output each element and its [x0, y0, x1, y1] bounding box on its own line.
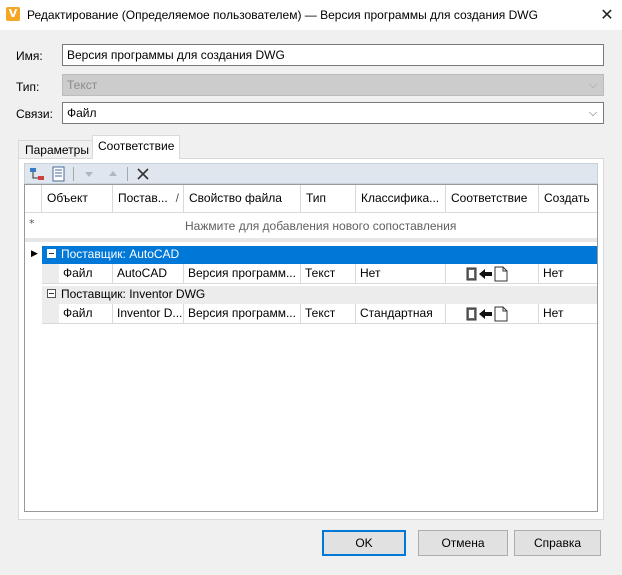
cell-classification[interactable]: Нет [356, 264, 446, 284]
name-input[interactable]: Версия программы для создания DWG [62, 44, 604, 66]
tab-mapping[interactable]: Соответствие [92, 135, 181, 159]
column-header-mapping[interactable]: Соответствие [446, 185, 539, 212]
cell-file-property[interactable]: Версия программ... [184, 264, 301, 284]
window-title: Редактирование (Определяемое пользовател… [27, 8, 538, 22]
collapse-icon[interactable] [47, 249, 56, 259]
links-label: Связи: [16, 107, 53, 121]
move-up-icon [105, 166, 121, 182]
app-logo-icon: V [6, 7, 20, 21]
mapping-direction-icon [466, 306, 508, 322]
cell-create[interactable]: Нет [539, 264, 597, 284]
delete-icon[interactable] [135, 166, 151, 182]
links-select-value: Файл [67, 106, 97, 120]
new-mapping-row[interactable]: * Нажмите для добавления нового сопостав… [25, 212, 597, 238]
cell-type[interactable]: Текст [301, 264, 356, 284]
add-mapping-icon[interactable] [29, 166, 45, 182]
new-mapping-hint: Нажмите для добавления нового сопоставле… [185, 219, 457, 233]
current-row-pointer-icon: ▶ [31, 249, 38, 259]
mapping-direction-icon [466, 266, 508, 282]
group-label: Поставщик: Inventor DWG [61, 287, 206, 301]
row-header-corner [25, 185, 42, 212]
column-header-type[interactable]: Тип [301, 185, 356, 212]
sort-indicator-icon: / [175, 191, 179, 205]
row-indent [42, 304, 59, 324]
ok-button[interactable]: OK [322, 530, 406, 556]
column-header-classification[interactable]: Классифика... [356, 185, 446, 212]
cell-provider[interactable]: AutoCAD [113, 264, 184, 284]
chevron-down-icon: ⌵ [588, 78, 598, 91]
row-indent [42, 264, 59, 284]
tab-parameters[interactable]: Параметры [18, 140, 96, 158]
grid-divider [25, 238, 597, 242]
name-input-value: Версия программы для создания DWG [67, 48, 285, 62]
group-row-inventor-dwg[interactable]: Поставщик: Inventor DWG [42, 286, 597, 304]
type-select-value: Текст [67, 78, 98, 92]
cell-file-property[interactable]: Версия программ... [184, 304, 301, 324]
column-header-file-property[interactable]: Свойство файла [184, 185, 301, 212]
type-select: Текст ⌵ [62, 74, 604, 96]
cell-mapping[interactable] [446, 304, 539, 324]
chevron-down-icon[interactable]: ⌵ [587, 103, 599, 123]
column-header-provider-label: Постав... [118, 191, 168, 205]
cell-create[interactable]: Нет [539, 304, 597, 324]
properties-icon[interactable] [51, 166, 67, 182]
toolbar-separator [73, 167, 74, 181]
toolbar-separator [127, 167, 128, 181]
cell-object[interactable]: Файл [59, 264, 113, 284]
column-header-create[interactable]: Создать [539, 185, 597, 212]
cancel-button[interactable]: Отмена [418, 530, 508, 556]
cell-classification[interactable]: Стандартная [356, 304, 446, 324]
mapping-grid: Объект Постав... / Свойство файла Тип Кл… [24, 184, 598, 512]
collapse-icon[interactable] [47, 289, 56, 299]
column-header-object[interactable]: Объект [42, 185, 113, 212]
new-row-marker-icon: * [29, 217, 35, 230]
cell-object[interactable]: Файл [59, 304, 113, 324]
name-label: Имя: [16, 49, 43, 63]
move-down-icon [81, 166, 97, 182]
mapping-toolbar [24, 163, 598, 184]
group-label: Поставщик: AutoCAD [61, 247, 180, 261]
links-select[interactable]: Файл ⌵ [62, 102, 604, 124]
column-header-provider[interactable]: Постав... / [113, 185, 184, 212]
title-bar: V Редактирование (Определяемое пользоват… [0, 0, 622, 30]
help-button[interactable]: Справка [514, 530, 601, 556]
cell-type[interactable]: Текст [301, 304, 356, 324]
type-label: Тип: [16, 80, 40, 94]
close-icon[interactable]: ✕ [596, 5, 618, 25]
group-row-autocad[interactable]: Поставщик: AutoCAD [42, 246, 597, 264]
cell-mapping[interactable] [446, 264, 539, 284]
cell-provider[interactable]: Inventor D... [113, 304, 184, 324]
